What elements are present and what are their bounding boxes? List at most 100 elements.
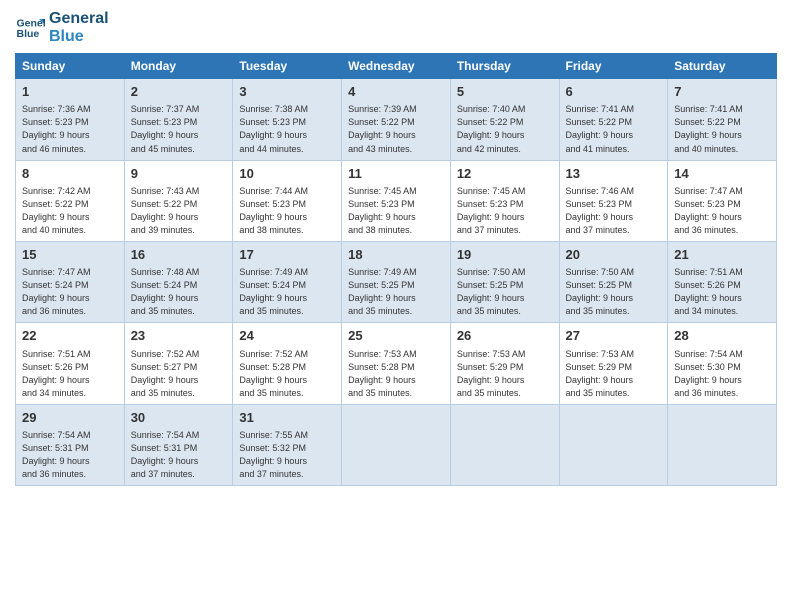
header-monday: Monday	[124, 54, 233, 79]
day-info: Sunrise: 7:52 AM Sunset: 5:28 PM Dayligh…	[239, 348, 335, 400]
calendar-cell: 1 Sunrise: 7:36 AM Sunset: 5:23 PM Daylig…	[16, 79, 125, 160]
calendar-cell: 6 Sunrise: 7:41 AM Sunset: 5:22 PM Daylig…	[559, 79, 668, 160]
day-info: Sunrise: 7:38 AM Sunset: 5:23 PM Dayligh…	[239, 103, 335, 155]
day-number: 5	[457, 83, 553, 101]
logo: General Blue General Blue	[15, 10, 109, 45]
calendar-cell: 26Sunrise: 7:53 AM Sunset: 5:29 PM Dayli…	[450, 323, 559, 404]
day-number: 11	[348, 165, 444, 183]
logo-text: General Blue	[49, 10, 109, 45]
day-info: Sunrise: 7:50 AM Sunset: 5:25 PM Dayligh…	[457, 266, 553, 318]
calendar-cell: 25 Sunrise: 7:53 AM Sunset: 5:28 PM Dayli…	[342, 323, 451, 404]
calendar-cell	[559, 404, 668, 485]
day-number: 30	[131, 409, 227, 427]
calendar-cell: 10Sunrise: 7:44 AM Sunset: 5:23 PM Dayli…	[233, 160, 342, 241]
day-number: 3	[239, 83, 335, 101]
week-row-5: 29 Sunrise: 7:54 AM Sunset: 5:31 PM Dayli…	[16, 404, 777, 485]
header-wednesday: Wednesday	[342, 54, 451, 79]
day-info: Sunrise: 7:37 AM Sunset: 5:23 PM Dayligh…	[131, 103, 227, 155]
calendar-cell: 20 Sunrise: 7:50 AM Sunset: 5:25 PM Dayli…	[559, 241, 668, 322]
calendar-cell: 17 Sunrise: 7:49 AM Sunset: 5:24 PM Dayli…	[233, 241, 342, 322]
header-row: SundayMondayTuesdayWednesdayThursdayFrid…	[16, 54, 777, 79]
day-number: 23	[131, 327, 227, 345]
day-number: 6	[566, 83, 662, 101]
day-info: Sunrise: 7:51 AM Sunset: 5:26 PM Dayligh…	[674, 266, 770, 318]
calendar-cell: 19 Sunrise: 7:50 AM Sunset: 5:25 PM Dayli…	[450, 241, 559, 322]
calendar-cell: 23 Sunrise: 7:52 AM Sunset: 5:27 PM Dayli…	[124, 323, 233, 404]
day-number: 2	[131, 83, 227, 101]
day-number: 31	[239, 409, 335, 427]
day-info: Sunrise: 7:43 AM Sunset: 5:22 PM Dayligh…	[131, 185, 227, 237]
calendar-cell: 8Sunrise: 7:42 AM Sunset: 5:22 PM Daylig…	[16, 160, 125, 241]
day-info: Sunrise: 7:36 AM Sunset: 5:23 PM Dayligh…	[22, 103, 118, 155]
logo-icon: General Blue	[15, 13, 45, 43]
week-row-2: 8Sunrise: 7:42 AM Sunset: 5:22 PM Daylig…	[16, 160, 777, 241]
day-info: Sunrise: 7:47 AM Sunset: 5:23 PM Dayligh…	[674, 185, 770, 237]
day-number: 19	[457, 246, 553, 264]
week-row-4: 22 Sunrise: 7:51 AM Sunset: 5:26 PM Dayli…	[16, 323, 777, 404]
day-number: 26	[457, 327, 553, 345]
day-info: Sunrise: 7:45 AM Sunset: 5:23 PM Dayligh…	[457, 185, 553, 237]
day-info: Sunrise: 7:50 AM Sunset: 5:25 PM Dayligh…	[566, 266, 662, 318]
calendar-cell	[450, 404, 559, 485]
day-number: 13	[566, 165, 662, 183]
calendar-cell: 30 Sunrise: 7:54 AM Sunset: 5:31 PM Dayli…	[124, 404, 233, 485]
header-sunday: Sunday	[16, 54, 125, 79]
calendar-cell: 22 Sunrise: 7:51 AM Sunset: 5:26 PM Dayli…	[16, 323, 125, 404]
day-number: 1	[22, 83, 118, 101]
day-info: Sunrise: 7:39 AM Sunset: 5:22 PM Dayligh…	[348, 103, 444, 155]
page-container: General Blue General Blue SundayMondayTu…	[0, 0, 792, 612]
calendar-table: SundayMondayTuesdayWednesdayThursdayFrid…	[15, 53, 777, 486]
day-number: 8	[22, 165, 118, 183]
calendar-cell: 14 Sunrise: 7:47 AM Sunset: 5:23 PM Dayli…	[668, 160, 777, 241]
calendar-cell: 13 Sunrise: 7:46 AM Sunset: 5:23 PM Dayli…	[559, 160, 668, 241]
day-number: 20	[566, 246, 662, 264]
day-info: Sunrise: 7:47 AM Sunset: 5:24 PM Dayligh…	[22, 266, 118, 318]
page-header: General Blue General Blue	[15, 10, 777, 45]
day-info: Sunrise: 7:54 AM Sunset: 5:31 PM Dayligh…	[131, 429, 227, 481]
day-info: Sunrise: 7:53 AM Sunset: 5:29 PM Dayligh…	[566, 348, 662, 400]
header-saturday: Saturday	[668, 54, 777, 79]
header-tuesday: Tuesday	[233, 54, 342, 79]
calendar-cell: 4Sunrise: 7:39 AM Sunset: 5:22 PM Daylig…	[342, 79, 451, 160]
day-info: Sunrise: 7:49 AM Sunset: 5:24 PM Dayligh…	[239, 266, 335, 318]
day-info: Sunrise: 7:52 AM Sunset: 5:27 PM Dayligh…	[131, 348, 227, 400]
calendar-cell: 12 Sunrise: 7:45 AM Sunset: 5:23 PM Dayli…	[450, 160, 559, 241]
calendar-cell: 28 Sunrise: 7:54 AM Sunset: 5:30 PM Dayli…	[668, 323, 777, 404]
day-info: Sunrise: 7:54 AM Sunset: 5:30 PM Dayligh…	[674, 348, 770, 400]
day-number: 27	[566, 327, 662, 345]
day-info: Sunrise: 7:41 AM Sunset: 5:22 PM Dayligh…	[566, 103, 662, 155]
day-number: 7	[674, 83, 770, 101]
day-number: 12	[457, 165, 553, 183]
day-info: Sunrise: 7:51 AM Sunset: 5:26 PM Dayligh…	[22, 348, 118, 400]
day-number: 9	[131, 165, 227, 183]
day-info: Sunrise: 7:40 AM Sunset: 5:22 PM Dayligh…	[457, 103, 553, 155]
day-number: 24	[239, 327, 335, 345]
day-info: Sunrise: 7:55 AM Sunset: 5:32 PM Dayligh…	[239, 429, 335, 481]
calendar-cell: 3 Sunrise: 7:38 AM Sunset: 5:23 PM Daylig…	[233, 79, 342, 160]
calendar-cell	[668, 404, 777, 485]
day-info: Sunrise: 7:48 AM Sunset: 5:24 PM Dayligh…	[131, 266, 227, 318]
day-number: 10	[239, 165, 335, 183]
day-number: 29	[22, 409, 118, 427]
day-number: 16	[131, 246, 227, 264]
calendar-cell: 9 Sunrise: 7:43 AM Sunset: 5:22 PM Daylig…	[124, 160, 233, 241]
day-number: 17	[239, 246, 335, 264]
calendar-cell: 18Sunrise: 7:49 AM Sunset: 5:25 PM Dayli…	[342, 241, 451, 322]
day-number: 25	[348, 327, 444, 345]
calendar-cell: 7 Sunrise: 7:41 AM Sunset: 5:22 PM Daylig…	[668, 79, 777, 160]
day-number: 15	[22, 246, 118, 264]
day-info: Sunrise: 7:53 AM Sunset: 5:28 PM Dayligh…	[348, 348, 444, 400]
day-number: 28	[674, 327, 770, 345]
calendar-cell: 31 Sunrise: 7:55 AM Sunset: 5:32 PM Dayli…	[233, 404, 342, 485]
calendar-cell	[342, 404, 451, 485]
day-number: 14	[674, 165, 770, 183]
day-info: Sunrise: 7:46 AM Sunset: 5:23 PM Dayligh…	[566, 185, 662, 237]
day-number: 22	[22, 327, 118, 345]
day-number: 18	[348, 246, 444, 264]
calendar-cell: 29Sunrise: 7:54 AM Sunset: 5:31 PM Dayli…	[16, 404, 125, 485]
header-friday: Friday	[559, 54, 668, 79]
header-thursday: Thursday	[450, 54, 559, 79]
day-number: 21	[674, 246, 770, 264]
day-info: Sunrise: 7:41 AM Sunset: 5:22 PM Dayligh…	[674, 103, 770, 155]
calendar-cell: 16 Sunrise: 7:48 AM Sunset: 5:24 PM Dayli…	[124, 241, 233, 322]
